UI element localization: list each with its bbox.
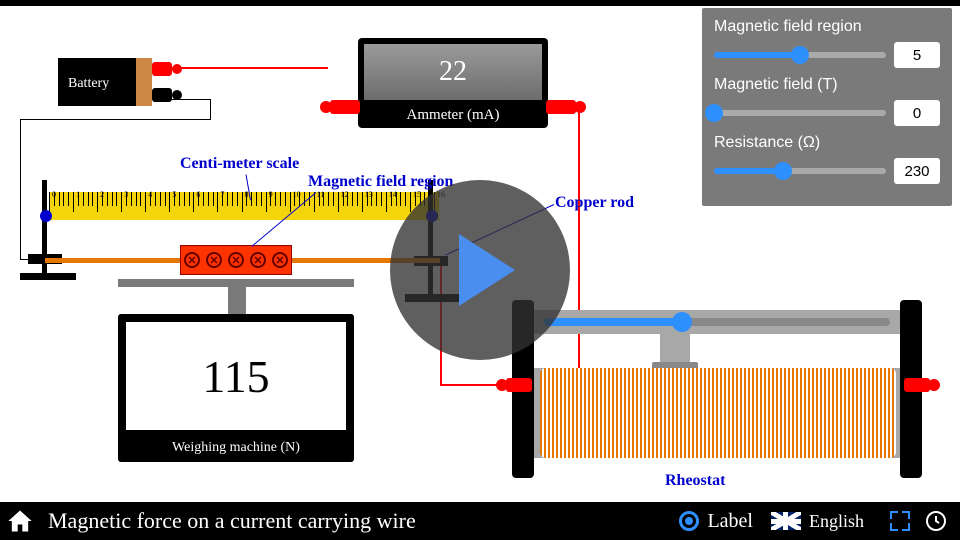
label-toggle[interactable]: Label [679,510,753,533]
value-magnetic-field[interactable]: 0 [894,100,940,126]
slider-label-magnetic-field: Magnetic field (T) [714,76,940,94]
ammeter-terminal-left [330,100,360,114]
battery-label: Battery [68,76,109,92]
home-button[interactable] [6,507,34,535]
fullscreen-button[interactable] [888,509,912,533]
wire [20,119,21,260]
value-resistance[interactable]: 230 [894,158,940,184]
wire [578,107,580,384]
value-magnetic-region[interactable]: 5 [894,42,940,68]
field-into-page-icon: ✕ [228,252,244,268]
field-into-page-icon: ✕ [184,252,200,268]
field-into-page-icon: ✕ [272,252,288,268]
ammeter: 22 Ammeter (mA) [358,38,548,128]
stand-left-base [20,273,76,280]
weighing-plate [118,279,354,287]
play-icon [459,234,515,306]
bottom-toolbar: Magnetic force on a current carrying wir… [0,502,960,540]
language-text: English [809,511,864,532]
slider-label-magnetic-region: Magnetic field region [714,18,940,36]
weighing-neck [228,287,246,315]
wire [20,119,211,120]
rheostat-slider-thumb[interactable] [672,312,692,332]
wire [440,384,502,386]
language-selector[interactable]: English [771,511,864,532]
field-into-page-icon: ✕ [250,252,266,268]
ammeter-reading: 22 [364,44,542,100]
ammeter-terminal-right [546,100,576,114]
slider-resistance[interactable] [714,168,886,174]
ammeter-label: Ammeter (mA) [358,107,548,124]
weighing-machine: 115 Weighing machine (N) [118,314,354,462]
reset-button[interactable] [924,509,948,533]
radio-icon [679,511,699,531]
magnetic-field-region[interactable]: ✕ ✕ ✕ ✕ ✕ [180,245,292,275]
rheostat-wiper[interactable] [660,334,690,372]
slider-magnetic-field[interactable] [714,110,886,116]
weighing-label: Weighing machine (N) [118,440,354,456]
label-centimeter-scale: Centi-meter scale [180,155,299,173]
stand-left-knob [40,210,52,222]
rheostat-terminal [904,378,930,392]
rheostat-track[interactable] [534,310,900,334]
centimeter-scale: 012345678910111213141516 [49,192,439,220]
label-toggle-text: Label [707,510,753,533]
wire [170,67,328,69]
label-rheostat: Rheostat [665,472,725,490]
slider-magnetic-region[interactable] [714,52,886,58]
wire [210,99,211,119]
battery-negative [152,88,172,102]
label-copper-rod: Copper rod [555,194,634,212]
rheostat-terminal [506,378,532,392]
battery-terminals [136,58,152,106]
label-magnetic-region: Magnetic field region [308,173,453,191]
rheostat-coil [540,368,896,458]
page-title: Magnetic force on a current carrying wir… [48,508,416,534]
weighing-reading: 115 [126,322,346,430]
play-button[interactable] [390,180,570,360]
field-into-page-icon: ✕ [206,252,222,268]
battery-positive [152,62,172,76]
top-border [0,0,960,6]
control-panel: Magnetic field region 5 Magnetic field (… [702,8,952,206]
uk-flag-icon [771,512,801,530]
simulation-canvas: Battery 22 Ammeter (mA) 0123456789101112… [0,0,960,540]
slider-label-resistance: Resistance (Ω) [714,134,940,152]
